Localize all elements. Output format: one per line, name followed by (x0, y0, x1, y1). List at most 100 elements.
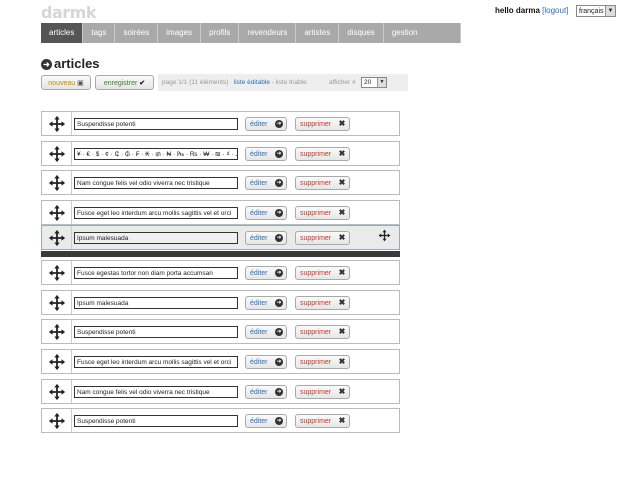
new-button-label: nouveau (48, 80, 76, 87)
drag-handle[interactable] (42, 171, 72, 194)
title-input[interactable]: Fusce eget leo interdum arcu mollis sagi… (74, 207, 238, 219)
edit-button-label: éditer (250, 270, 268, 277)
edit-button-label: éditer (250, 359, 268, 366)
delete-button[interactable]: supprimer ✖ (295, 206, 350, 220)
delete-button-label: supprimer (300, 418, 332, 425)
drag-handle[interactable] (42, 226, 72, 249)
nav-tab[interactable]: images (158, 23, 202, 43)
delete-button[interactable]: supprimer ✖ (295, 147, 350, 161)
delete-button[interactable]: supprimer ✖ (295, 325, 350, 339)
edit-button-label: éditer (250, 418, 268, 425)
new-button[interactable]: nouveau ▣ (41, 75, 91, 90)
edit-button[interactable]: éditer ➜ (245, 355, 287, 369)
sortable-list-link[interactable]: - liste triable (272, 79, 307, 86)
title-input[interactable]: Nam congue felis vel odio viverra nec tr… (74, 386, 238, 398)
delete-button[interactable]: supprimer ✖ (295, 385, 350, 399)
edit-button[interactable]: éditer ➜ (245, 176, 287, 190)
delete-button-label: supprimer (300, 329, 332, 336)
close-icon: ✖ (338, 119, 346, 128)
nav-tab[interactable]: tags (83, 23, 116, 43)
drag-handle[interactable] (42, 112, 72, 135)
title-input[interactable]: Suspendisse potenti (74, 326, 238, 338)
list-item: Nam congue felis vel odio viverra nec tr… (41, 170, 400, 195)
page-info: page 1/1 (11 éléments) (162, 79, 229, 86)
drag-handle[interactable] (42, 409, 72, 432)
delete-button[interactable]: supprimer ✖ (295, 266, 350, 280)
nav-tab[interactable]: profils (201, 23, 240, 43)
nav-tab[interactable]: soirées (115, 23, 159, 43)
drag-handle[interactable] (42, 142, 72, 165)
close-icon: ✖ (338, 327, 346, 336)
delete-button[interactable]: supprimer ✖ (295, 296, 350, 310)
delete-button[interactable]: supprimer ✖ (295, 117, 350, 131)
language-select[interactable]: français ▼ (576, 5, 616, 17)
logout-link[interactable]: [logout] (542, 6, 568, 15)
nav-tab[interactable]: revendeurs (239, 23, 297, 43)
delete-button-label: supprimer (300, 300, 332, 307)
edit-button-label: éditer (250, 300, 268, 307)
drag-handle[interactable] (42, 291, 72, 314)
edit-button[interactable]: éditer ➜ (245, 231, 287, 245)
save-button-label: enregistrer (103, 80, 138, 87)
title-input[interactable]: Fusce eget leo interdum arcu mollis sagi… (74, 356, 238, 368)
language-value: français (579, 8, 604, 15)
per-page-value: 20 (364, 79, 372, 86)
drag-handle[interactable] (42, 380, 72, 403)
page-title: ➜ articles (41, 56, 100, 71)
greeting: hello darma (495, 6, 540, 15)
list-item: ¥ · € · $ · ¢ · ₵ · ₲ · ₣ · ₭ · ₥ · ₦ · … (41, 141, 400, 166)
close-icon: ✖ (338, 298, 346, 307)
title-input[interactable]: Suspendisse potenti (74, 118, 238, 130)
delete-button-label: supprimer (300, 389, 332, 396)
arrow-right-circle-icon: ➜ (275, 234, 283, 242)
delete-button[interactable]: supprimer ✖ (295, 355, 350, 369)
edit-button-label: éditer (250, 329, 268, 336)
chevron-down-icon: ▼ (377, 78, 386, 87)
drag-handle[interactable] (42, 201, 72, 224)
title-input[interactable]: Ipsum malesuada (74, 232, 238, 244)
drop-placeholder (41, 251, 400, 257)
title-input[interactable]: Suspendisse potenti (74, 415, 238, 427)
edit-button[interactable]: éditer ➜ (245, 266, 287, 280)
drag-handle[interactable] (42, 350, 72, 373)
edit-button[interactable]: éditer ➜ (245, 414, 287, 428)
list-item: Fusce eget leo interdum arcu mollis sagi… (41, 200, 400, 225)
title-input[interactable]: Ipsum malesuada (74, 297, 238, 309)
chevron-down-icon: ▼ (605, 6, 615, 16)
title-input[interactable]: Nam congue felis vel odio viverra nec tr… (74, 177, 238, 189)
drag-handle[interactable] (42, 320, 72, 343)
title-input[interactable]: Fusce egestas tortor non diam porta accu… (74, 267, 238, 279)
nav-tab[interactable]: disques (339, 23, 384, 43)
arrow-right-circle-icon: ➜ (275, 269, 283, 277)
nav-tab[interactable]: articles (41, 23, 84, 43)
delete-button[interactable]: supprimer ✖ (295, 414, 350, 428)
edit-button-label: éditer (250, 121, 268, 128)
edit-button[interactable]: éditer ➜ (245, 385, 287, 399)
edit-button[interactable]: éditer ➜ (245, 206, 287, 220)
nav-tab[interactable]: gestion utilisateurs (384, 23, 461, 57)
list-toolbar: nouveau ▣ enregistrer ✔ page 1/1 (11 élé… (41, 74, 408, 91)
arrow-right-circle-icon: ➜ (275, 417, 283, 425)
close-icon: ✖ (338, 149, 346, 158)
edit-button[interactable]: éditer ➜ (245, 296, 287, 310)
per-page-select[interactable]: 20 ▼ (361, 77, 387, 88)
edit-button[interactable]: éditer ➜ (245, 325, 287, 339)
edit-button[interactable]: éditer ➜ (245, 147, 287, 161)
arrow-right-circle-icon: ➜ (275, 150, 283, 158)
title-input[interactable]: ¥ · € · $ · ¢ · ₵ · ₲ · ₣ · ₭ · ₥ · ₦ · … (74, 148, 238, 160)
list-item: Suspendisse potenti éditer ➜ supprimer ✖ (41, 319, 400, 344)
list-info-bar: page 1/1 (11 éléments) liste éditable - … (158, 74, 408, 91)
list-item: Nam congue felis vel odio viverra nec tr… (41, 379, 400, 404)
nav-tab[interactable]: artistes (296, 23, 340, 43)
delete-button[interactable]: supprimer ✖ (295, 231, 350, 245)
arrow-right-circle-icon: ➜ (275, 358, 283, 366)
delete-button[interactable]: supprimer ✖ (295, 176, 350, 190)
drag-handle[interactable] (42, 261, 72, 284)
list-item: Ipsum malesuada éditer ➜ supprimer ✖ (41, 225, 400, 250)
editable-list-link[interactable]: liste éditable (234, 79, 270, 86)
edit-button[interactable]: éditer ➜ (245, 117, 287, 131)
list-item: Fusce egestas tortor non diam porta accu… (41, 260, 400, 285)
arrow-right-circle-icon: ➜ (275, 299, 283, 307)
save-button[interactable]: enregistrer ✔ (95, 75, 154, 90)
edit-button-label: éditer (250, 151, 268, 158)
